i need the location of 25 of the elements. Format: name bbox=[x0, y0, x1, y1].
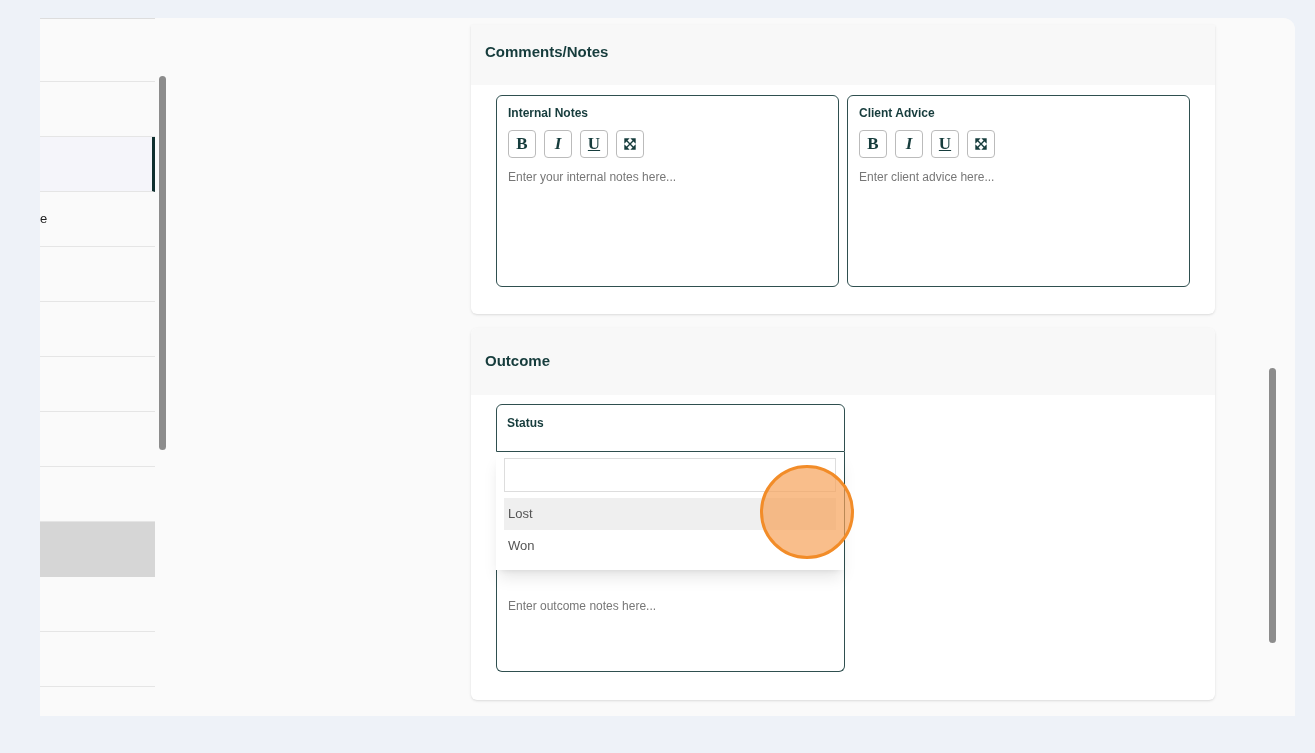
sidebar-item[interactable] bbox=[40, 137, 155, 192]
rich-text-editor[interactable]: Internal Notes B I U Enter your internal notes here... bbox=[496, 95, 839, 287]
expand-icon bbox=[624, 138, 636, 150]
field-label: Internal Notes bbox=[508, 105, 589, 122]
scrollbar-thumb[interactable] bbox=[158, 76, 166, 450]
editor-placeholder: Enter outcome notes here... bbox=[508, 598, 658, 615]
field-label: Client Advice bbox=[859, 105, 936, 122]
field-label: Status bbox=[507, 415, 545, 432]
format-button[interactable]: U bbox=[580, 130, 608, 158]
editor-placeholder: Enter client advice here... bbox=[859, 169, 996, 186]
expand-button[interactable] bbox=[616, 130, 644, 158]
scrollbar-thumb[interactable] bbox=[1268, 368, 1276, 643]
section-title: Outcome bbox=[485, 351, 551, 371]
format-button[interactable]: U bbox=[931, 130, 959, 158]
format-button[interactable]: B bbox=[859, 130, 887, 158]
format-button[interactable]: I bbox=[544, 130, 572, 158]
rich-text-editor[interactable]: Client Advice B I U Enter client advice here... bbox=[847, 95, 1190, 287]
editor-placeholder: Enter your internal notes here... bbox=[508, 169, 678, 186]
status-select[interactable]: Status bbox=[496, 404, 845, 452]
section-title: Comments/Notes bbox=[485, 42, 610, 62]
format-button[interactable]: B bbox=[508, 130, 536, 158]
expand-button[interactable] bbox=[967, 130, 995, 158]
expand-icon bbox=[975, 138, 987, 150]
sidebar-item-label: e bbox=[40, 210, 48, 229]
format-button[interactable]: I bbox=[895, 130, 923, 158]
